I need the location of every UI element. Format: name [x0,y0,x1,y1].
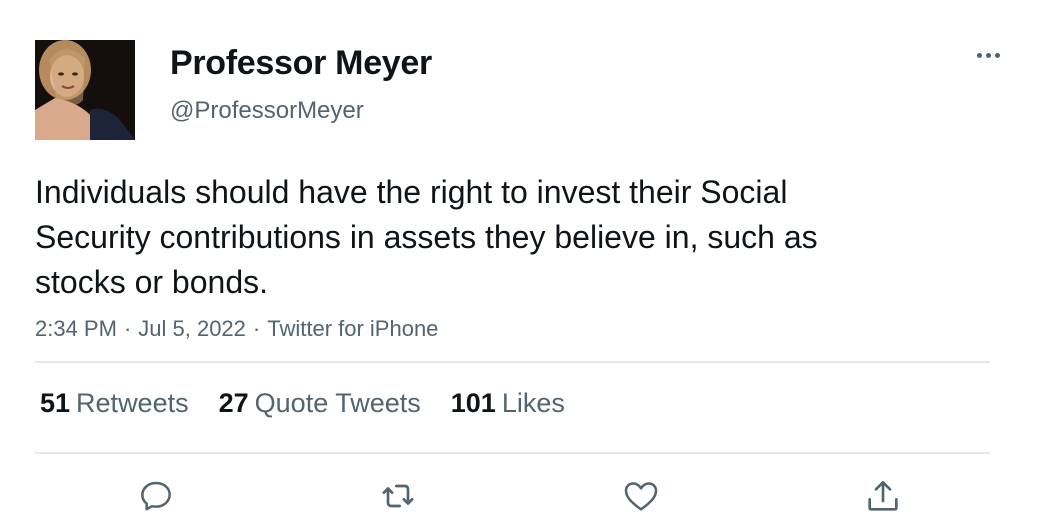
tweet-date[interactable]: Jul 5, 2022 [138,316,246,341]
retweet-icon-graphic [382,484,414,508]
quote-tweets-stat[interactable]: 27 Quote Tweets [219,388,421,419]
likes-count: 101 [450,388,496,418]
likes-stat[interactable]: 101 Likes [451,388,565,419]
more-dot [994,52,1000,58]
retweet-icon[interactable] [376,474,420,518]
tweet-card: Professor Meyer @ProfessorMeyer Individu… [0,0,1050,525]
avatar[interactable] [35,40,135,140]
quote-tweets-label: Quote Tweets [254,388,421,418]
reply-icon-graphic [141,481,171,511]
reply-icon[interactable] [134,474,178,518]
meta-separator: · [252,316,261,341]
more-dot [976,52,982,58]
share-icon-graphic [868,481,898,511]
author-handle[interactable]: @ProfessorMeyer [170,97,364,125]
like-icon-graphic [624,482,658,511]
meta-separator: · [123,316,132,341]
tweet-meta: 2:34 PM · Jul 5, 2022 · Twitter for iPhone [35,316,438,342]
share-icon[interactable] [861,474,905,518]
divider [35,361,990,363]
tweet-time[interactable]: 2:34 PM [35,316,117,341]
retweets-stat[interactable]: 51 Retweets [40,388,189,419]
like-icon[interactable] [619,474,663,518]
divider [35,452,990,454]
quote-tweets-count: 27 [218,388,249,418]
author-name[interactable]: Professor Meyer [170,44,432,83]
avatar-photo [35,40,135,140]
action-bar [0,474,1050,518]
tweet-text: Individuals should have the right to inv… [35,174,818,300]
more-dot [985,52,991,58]
more-options-icon[interactable] [966,40,1010,70]
tweet-stats: 51 Retweets 27 Quote Tweets 101 Likes [40,388,565,419]
tweet-source[interactable]: Twitter for iPhone [267,316,438,341]
retweets-count: 51 [40,388,71,418]
retweets-label: Retweets [76,388,189,418]
likes-label: Likes [501,388,565,418]
